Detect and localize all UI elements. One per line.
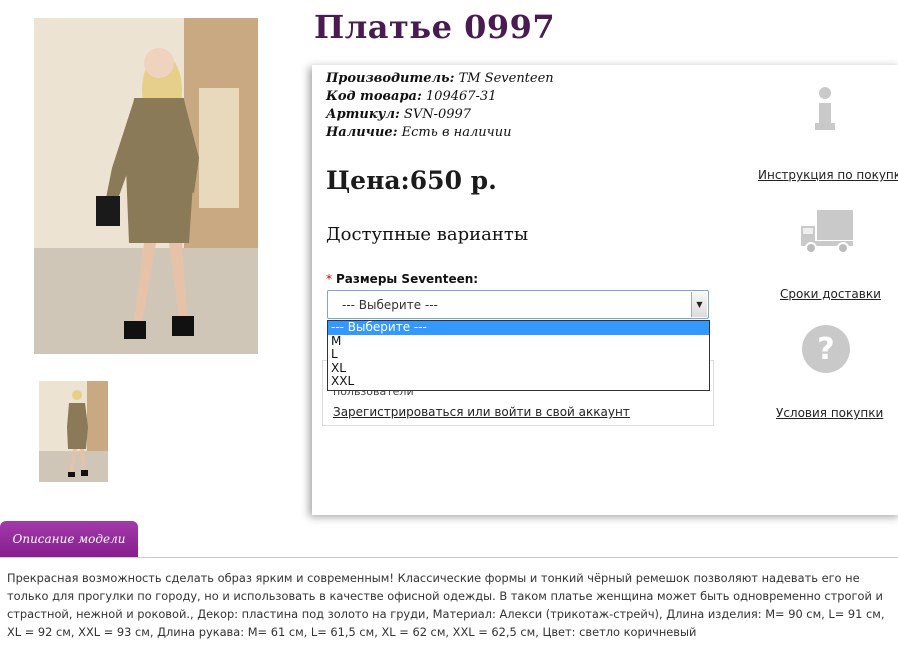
product-description: Прекрасная возможность сделать образ ярк… [7, 571, 885, 639]
article-label: Артикул: [326, 107, 400, 122]
size-label-text: Размеры Seventeen: [336, 272, 479, 286]
size-select[interactable]: --- Выберите --- ▼ [327, 290, 709, 319]
manufacturer-line: Производитель: TM Seventeen [326, 71, 554, 86]
product-code-label: Код товара: [326, 89, 422, 104]
size-option[interactable]: XL [328, 361, 709, 376]
product-code-value: 109467-31 [425, 89, 497, 104]
tab-description[interactable]: Описание модели [0, 521, 138, 557]
manufacturer-label: Производитель: [326, 71, 455, 86]
article-line: Артикул: SVN-0997 [326, 107, 471, 122]
variants-heading: Доступные варианты [326, 224, 529, 245]
article-value: SVN-0997 [403, 107, 472, 122]
tab-divider [0, 557, 898, 558]
size-option[interactable]: M [328, 334, 709, 349]
info-icon [815, 87, 835, 130]
product-main-photo[interactable] [34, 18, 258, 354]
truck-icon [801, 210, 853, 254]
svg-text:?: ? [817, 332, 834, 367]
size-select-value: --- Выберите --- [342, 298, 438, 312]
product-price: Цена:650 р. [326, 166, 497, 195]
manufacturer-value: TM Seventeen [458, 71, 554, 86]
size-option-label: * Размеры Seventeen: [326, 272, 478, 286]
size-option[interactable]: --- Выберите --- [328, 320, 709, 335]
stock-line: Наличие: Есть в наличии [326, 125, 511, 140]
size-option[interactable]: XXL [328, 375, 709, 389]
product-code-line: Код товара: 109467-31 [326, 89, 496, 104]
dropdown-arrow-icon[interactable]: ▼ [691, 292, 707, 317]
stock-label: Наличие: [326, 125, 398, 140]
purchase-terms-link[interactable]: Условия покупки [776, 406, 883, 420]
page-title: Платье 0997 [314, 8, 556, 46]
required-mark: * [326, 272, 332, 286]
size-option[interactable]: L [328, 348, 709, 362]
product-photo-illustration [34, 18, 258, 354]
register-login-link[interactable]: Зарегистрироваться или войти в свой акка… [333, 405, 630, 419]
delivery-times-link[interactable]: Сроки доставки [780, 287, 881, 301]
thumbnail-illustration [39, 381, 108, 482]
size-dropdown-list: --- Выберите --- M L XL XXL [327, 320, 710, 391]
product-thumbnail[interactable] [39, 381, 108, 482]
stock-value: Есть в наличии [401, 125, 512, 140]
purchase-instructions-link[interactable]: Инструкция по покупке [758, 168, 898, 182]
question-icon: ? [802, 325, 850, 373]
